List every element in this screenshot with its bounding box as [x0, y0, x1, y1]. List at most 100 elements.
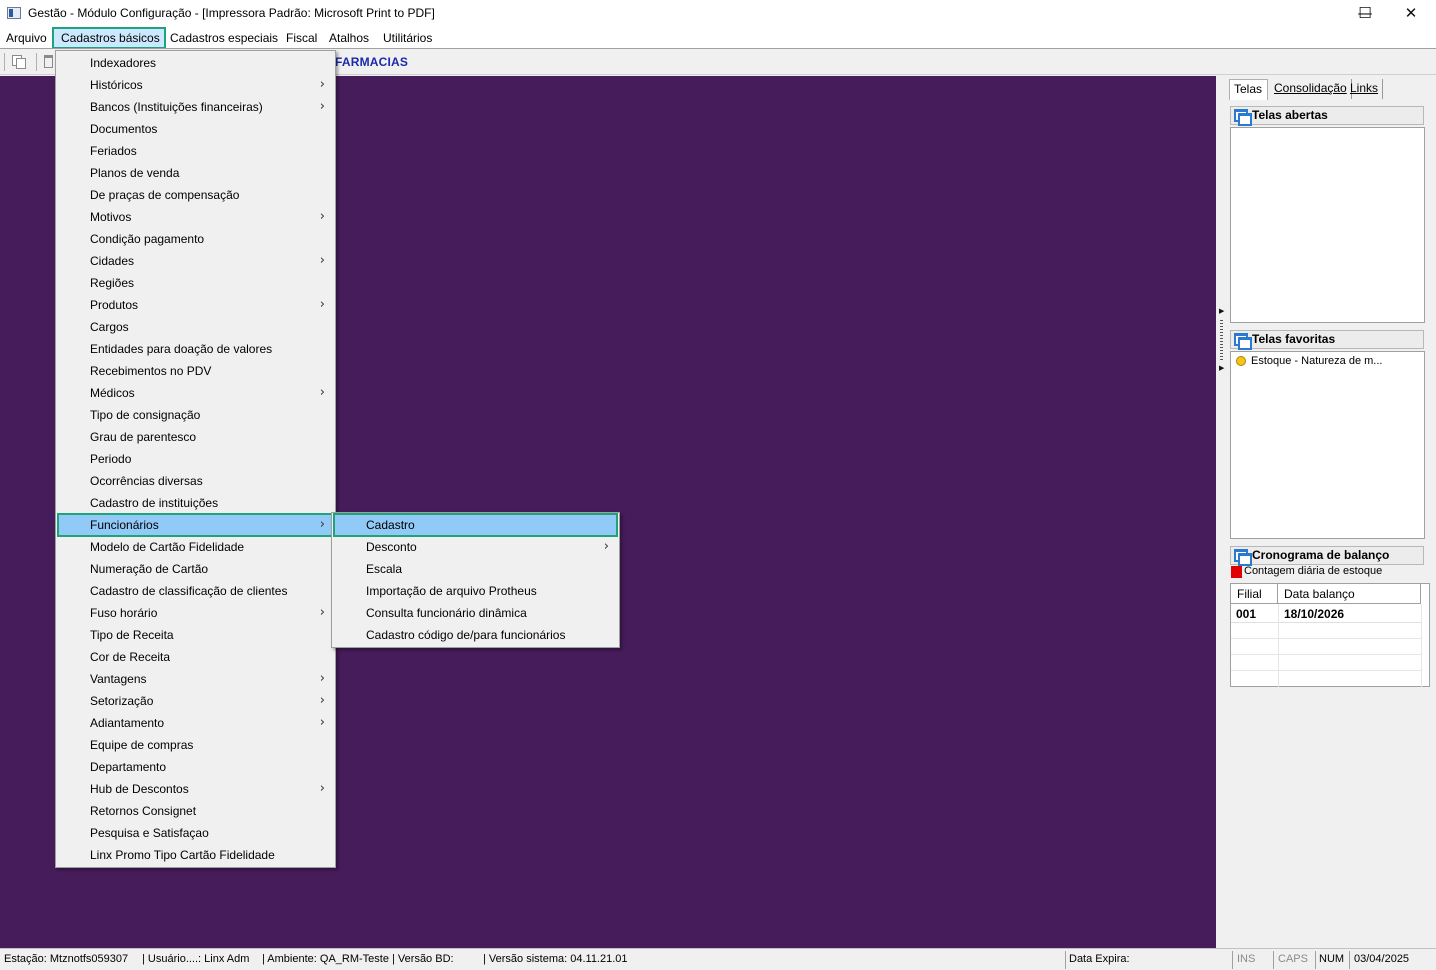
submenu-arrow-icon: ›	[603, 539, 609, 554]
menu-item-modelo-de-cartao-fidelidade[interactable]: Modelo de Cartão Fidelidade	[58, 536, 333, 558]
menu-item-desconto[interactable]: Desconto ›	[334, 536, 617, 558]
submenu-arrow-icon: ›	[319, 781, 325, 796]
telas-abertas-header[interactable]: Telas abertas	[1230, 106, 1424, 126]
menu-utilitarios[interactable]: Utilitários	[383, 28, 432, 48]
menu-item-importacao-de-arquivo-protheus[interactable]: Importação de arquivo Protheus	[334, 580, 617, 602]
menu-cadastros-especiais[interactable]: Cadastros especiais	[170, 28, 278, 48]
close-button[interactable]: ✕	[1388, 0, 1434, 28]
menu-item-label: Desconto	[366, 540, 417, 554]
menu-item-label: Cadastro código de/para funcionários	[366, 628, 566, 642]
copy-icon[interactable]	[12, 55, 26, 69]
menu-item-cadastro[interactable]: Cadastro	[333, 513, 618, 537]
status-divider	[1349, 951, 1350, 969]
menu-item-consulta-funcionario-dinamica[interactable]: Consulta funcionário dinâmica	[334, 602, 617, 624]
menu-item-linx-promo-tipo-cartao-fidelidade[interactable]: Linx Promo Tipo Cartão Fidelidade	[58, 844, 333, 866]
cronograma-grid[interactable]: Filial Data balanço 001 18/10/2026	[1230, 583, 1430, 688]
menu-item-label: Feriados	[90, 144, 137, 158]
menu-item-historicos[interactable]: Históricos ›	[58, 74, 333, 96]
menu-item-fuso-horario[interactable]: Fuso horário ›	[58, 602, 333, 624]
menu-item-de-pracas-de-compensacao[interactable]: De praças de compensação	[58, 184, 333, 206]
status-ins: INS	[1237, 953, 1256, 965]
menu-item-planos-de-venda[interactable]: Planos de venda	[58, 162, 333, 184]
column-header-data-balanco[interactable]: Data balanço	[1278, 584, 1421, 604]
grid-line	[1231, 670, 1421, 671]
cell-data-balanco[interactable]: 18/10/2026	[1279, 605, 1421, 623]
menu-item-label: Equipe de compras	[90, 738, 194, 752]
menu-item-regioes[interactable]: Regiões	[58, 272, 333, 294]
menu-item-tipo-de-receita[interactable]: Tipo de Receita	[58, 624, 333, 646]
grid-line	[1231, 654, 1421, 655]
menu-item-cor-de-receita[interactable]: Cor de Receita	[58, 646, 333, 668]
menu-item-entidades-para-doacao-de-valores[interactable]: Entidades para doação de valores	[58, 338, 333, 360]
menu-item-hub-de-descontos[interactable]: Hub de Descontos ›	[58, 778, 333, 800]
status-divider	[1273, 951, 1274, 969]
status-divider	[1315, 951, 1316, 969]
tab-links[interactable]: Links	[1346, 79, 1384, 99]
menu-item-numeracao-de-cartao[interactable]: Numeração de Cartão	[58, 558, 333, 580]
submenu-arrow-icon: ›	[319, 671, 325, 686]
menu-item-cadastro-de-instituicoes[interactable]: Cadastro de instituições	[58, 492, 333, 514]
grid-line	[1231, 638, 1421, 639]
menu-item-cadastro-de-classificacao-de-clientes[interactable]: Cadastro de classificação de clientes	[58, 580, 333, 602]
telas-favoritas-list[interactable]	[1230, 351, 1425, 539]
menu-atalhos[interactable]: Atalhos	[329, 28, 369, 48]
menu-item-setorizacao[interactable]: Setorização ›	[58, 690, 333, 712]
menu-item-adiantamento[interactable]: Adiantamento ›	[58, 712, 333, 734]
telas-abertas-list[interactable]	[1230, 127, 1425, 323]
menu-item-departamento[interactable]: Departamento	[58, 756, 333, 778]
menu-item-cadastro-codigo-de-para-funcionarios[interactable]: Cadastro código de/para funcionários	[334, 624, 617, 646]
menu-item-cidades[interactable]: Cidades ›	[58, 250, 333, 272]
favorite-item[interactable]: Estoque - Natureza de m...	[1236, 354, 1382, 368]
panel-splitter[interactable]	[1216, 76, 1226, 948]
column-header-filial[interactable]: Filial	[1231, 584, 1278, 604]
menu-fiscal[interactable]: Fiscal	[286, 28, 317, 48]
cronograma-header[interactable]: Cronograma de balanço	[1230, 546, 1424, 566]
maximize-button[interactable]: ☐	[1342, 0, 1388, 28]
menu-item-cargos[interactable]: Cargos	[58, 316, 333, 338]
submenu-arrow-icon: ›	[319, 385, 325, 400]
menu-item-indexadores[interactable]: Indexadores	[58, 52, 333, 74]
menu-item-ocorrencias-diversas[interactable]: Ocorrências diversas	[58, 470, 333, 492]
menu-item-label: Departamento	[90, 760, 167, 774]
menu-item-recebimentos-no-pdv[interactable]: Recebimentos no PDV	[58, 360, 333, 382]
menu-item-pesquisa-e-satisfacao[interactable]: Pesquisa e Satisfaçao	[58, 822, 333, 844]
menu-arquivo[interactable]: Arquivo	[6, 28, 47, 48]
grip-dots	[1220, 320, 1223, 360]
trash-icon[interactable]	[44, 55, 53, 68]
menu-item-funcionarios[interactable]: Funcionários ›	[57, 513, 334, 537]
menu-item-medicos[interactable]: Médicos ›	[58, 382, 333, 404]
status-versao-sistema: | Versão sistema: 04.11.21.01	[483, 953, 628, 965]
tab-telas[interactable]: Telas	[1229, 79, 1268, 100]
arrow-right-icon: ▶	[1219, 308, 1225, 315]
menu-item-escala[interactable]: Escala	[334, 558, 617, 580]
menu-item-periodo[interactable]: Periodo	[58, 448, 333, 470]
menu-item-grau-de-parentesco[interactable]: Grau de parentesco	[58, 426, 333, 448]
cadastros-basicos-menu: Indexadores Históricos › Bancos (Instituiçõ…	[55, 50, 336, 868]
toolbar-separator	[36, 53, 37, 71]
menu-item-motivos[interactable]: Motivos ›	[58, 206, 333, 228]
funcionarios-submenu: Cadastro Desconto › Escala Importação de arq…	[331, 512, 620, 648]
menu-item-condicao-pagamento[interactable]: Condição pagamento	[58, 228, 333, 250]
arrow-right-icon: ▶	[1219, 365, 1225, 372]
menu-item-bancos-instituicoes-financeiras[interactable]: Bancos (Instituições financeiras) ›	[58, 96, 333, 118]
cell-filial[interactable]: 001	[1231, 605, 1278, 623]
menu-item-label: Fuso horário	[90, 606, 158, 620]
menu-item-retornos-consignet[interactable]: Retornos Consignet	[58, 800, 333, 822]
menu-item-produtos[interactable]: Produtos ›	[58, 294, 333, 316]
windows-icon	[1234, 549, 1252, 566]
telas-favoritas-header[interactable]: Telas favoritas	[1230, 330, 1424, 350]
menu-item-equipe-de-compras[interactable]: Equipe de compras	[58, 734, 333, 756]
windows-icon	[1234, 109, 1252, 126]
menu-cadastros-basicos[interactable]: Cadastros básicos	[52, 27, 166, 49]
menu-item-vantagens[interactable]: Vantagens ›	[58, 668, 333, 690]
menu-item-documentos[interactable]: Documentos	[58, 118, 333, 140]
menu-item-label: Produtos	[90, 298, 139, 312]
menu-item-feriados[interactable]: Feriados	[58, 140, 333, 162]
status-bar: Estação: Mtznotfs059307 | Usuário....: L…	[0, 948, 1436, 970]
menu-item-label: Hub de Descontos	[90, 782, 189, 796]
menu-item-tipo-de-consignacao[interactable]: Tipo de consignação	[58, 404, 333, 426]
menu-item-label: Ocorrências diversas	[90, 474, 203, 488]
splitter-grip[interactable]: ▶ ▶	[1219, 308, 1224, 372]
favorite-bulb-icon	[1236, 356, 1246, 366]
tab-consolidacao[interactable]: Consolidação	[1270, 79, 1352, 99]
